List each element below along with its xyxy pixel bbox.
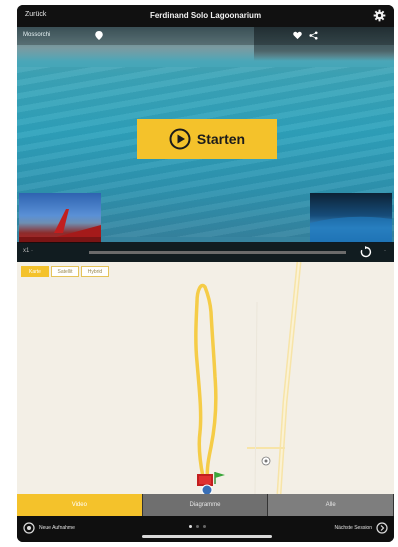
map-tab-satellite[interactable]: Satellit: [51, 266, 79, 277]
start-button[interactable]: Starten: [137, 119, 277, 159]
poi-icon[interactable]: [261, 456, 271, 466]
start-button-label: Starten: [196, 131, 246, 147]
page-title: Ferdinand Solo Lagoonarium: [149, 11, 262, 20]
speed-selector[interactable]: x1 ·: [23, 248, 33, 254]
camera-thumbnail-left[interactable]: [19, 193, 101, 243]
gear-icon[interactable]: [373, 9, 386, 22]
replay-label: ·: [384, 248, 386, 254]
playback-scrubber[interactable]: [89, 251, 346, 254]
page-dot: [196, 525, 199, 528]
replay-icon[interactable]: [360, 246, 372, 258]
top-bar: Zurück Ferdinand Solo Lagoonarium: [17, 5, 394, 27]
start-finish-marker-icon: [197, 472, 225, 494]
share-icon[interactable]: [309, 31, 318, 40]
video-info-bar: Mossorchi: [17, 27, 394, 45]
video-player[interactable]: Mossorchi Starten x1 · ·: [17, 27, 394, 262]
play-icon: [169, 128, 191, 150]
page-dot: [203, 525, 206, 528]
new-session-label: Neue Aufnahme: [39, 525, 75, 531]
underwater-image: [310, 216, 392, 243]
next-arrow-icon: [376, 522, 388, 534]
map-type-tabs: Karte Satellit Hybrid: [21, 266, 109, 277]
page-dot: [189, 525, 192, 528]
playback-bar: x1 · ·: [17, 242, 394, 262]
camera-thumbnail-right[interactable]: [310, 193, 392, 243]
mode-all-button[interactable]: Alle: [268, 494, 394, 516]
mode-charts-button[interactable]: Diagramme: [142, 494, 269, 516]
mode-video-button[interactable]: Video: [17, 494, 143, 516]
map-view[interactable]: Karte Satellit Hybrid: [17, 262, 394, 494]
gps-track: [194, 283, 218, 492]
location-label: Mossorchi: [23, 32, 51, 38]
map-tab-map[interactable]: Karte: [21, 266, 49, 277]
app-screen: Zurück Ferdinand Solo Lagoonarium Mossor…: [17, 5, 394, 542]
bottom-bar: Neue Aufnahme Nächste Session: [17, 516, 394, 542]
new-session-button[interactable]: Neue Aufnahme: [23, 522, 75, 534]
next-session-label: Nächste Session: [334, 525, 372, 531]
home-indicator[interactable]: [142, 535, 272, 538]
view-mode-bar: Video Diagramme Alle: [17, 494, 394, 516]
record-icon: [23, 522, 35, 534]
kayak-image: [19, 209, 101, 243]
page-indicator: [189, 525, 206, 528]
map-tab-hybrid[interactable]: Hybrid: [81, 266, 109, 277]
next-session-button[interactable]: Nächste Session: [334, 522, 388, 534]
heart-icon[interactable]: [293, 31, 302, 40]
pin-icon[interactable]: [95, 31, 103, 40]
